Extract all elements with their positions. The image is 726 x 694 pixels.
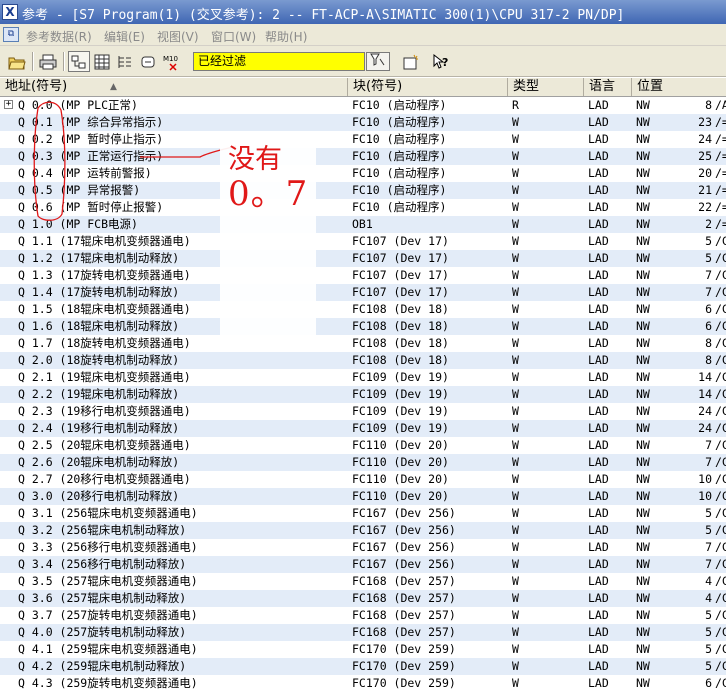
annotation-overlay	[33, 101, 316, 336]
annotation-circle	[33, 101, 66, 221]
annotation-note-missing: 没有	[228, 144, 282, 175]
annotation-note-address: 0。7	[228, 174, 309, 214]
